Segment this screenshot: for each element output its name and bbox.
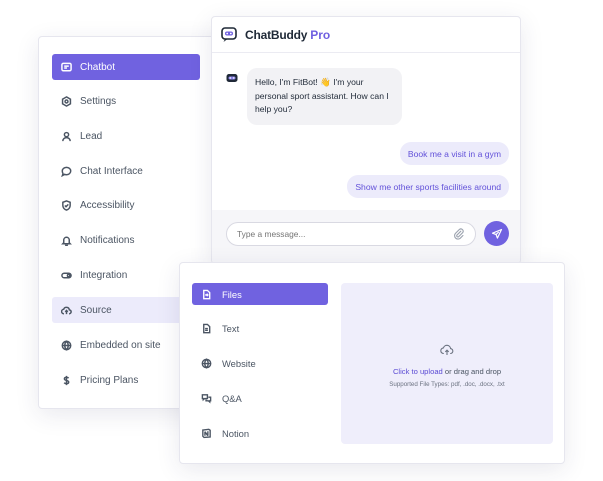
paperclip-icon[interactable] <box>452 227 465 240</box>
chat-widget-preview: ChatBuddy Pro Hello, I'm FitBot! 👋 I'm y… <box>211 16 521 264</box>
bell-icon <box>61 236 72 246</box>
source-tab-text[interactable]: Text <box>192 317 328 339</box>
upload-instruction: Click to upload or drag and drop <box>341 367 553 376</box>
brand-name: ChatBuddy <box>245 27 308 42</box>
file-text-icon <box>203 323 211 333</box>
dollar-icon <box>63 375 70 385</box>
sidebar-item-label: Notifications <box>80 234 135 246</box>
globe-icon <box>201 357 212 369</box>
sidebar-item-source[interactable]: Source <box>52 297 200 323</box>
toggle-icon <box>61 271 72 279</box>
sidebar-item-label: Chat Interface <box>80 165 143 177</box>
shield-icon <box>62 199 71 211</box>
gear-icon <box>61 95 72 107</box>
sidebar-item-accessibility[interactable]: Accessibility <box>52 192 200 218</box>
message-input[interactable] <box>226 222 476 246</box>
chat-messages: Hello, I'm FitBot! 👋 I'm your personal s… <box>212 54 520 263</box>
click-to-upload-link[interactable]: Click to upload <box>393 367 443 376</box>
suggestion-book-gym[interactable]: Book me a visit in a gym <box>399 142 509 165</box>
chat-square-icon <box>61 62 72 71</box>
brand-suffix: Pro <box>310 27 331 42</box>
source-tab-website[interactable]: Website <box>192 352 328 374</box>
sidebar-item-label: Accessibility <box>80 199 135 211</box>
upload-icon <box>440 344 454 355</box>
robot-logo-icon <box>221 26 237 42</box>
sidebar-item-label: Pricing Plans <box>80 374 139 386</box>
source-tab-notion[interactable]: Notion <box>192 422 328 444</box>
cloud-upload-icon <box>61 306 72 314</box>
globe-icon <box>61 339 72 351</box>
sidebar-item-label: Settings <box>80 95 117 107</box>
source-tab-label: Website <box>222 357 256 369</box>
drag-drop-text: or drag and drop <box>444 367 502 376</box>
source-tab-label: Notion <box>222 427 250 439</box>
user-icon <box>62 131 71 141</box>
notion-icon <box>202 428 211 438</box>
sidebar-item-integration[interactable]: Integration <box>52 262 200 288</box>
sidebar-item-lead[interactable]: Lead <box>52 123 200 149</box>
sidebar-item-label: Chatbot <box>80 61 116 73</box>
source-panel: Files Text Website Q&A Notion Click to u… <box>179 262 565 464</box>
chat-input-area <box>212 210 520 263</box>
source-tab-label: Files <box>222 288 242 300</box>
file-import-icon <box>203 289 211 299</box>
sidebar-item-label: Lead <box>80 130 103 142</box>
send-icon <box>491 228 502 239</box>
sidebar-item-notifications[interactable]: Notifications <box>52 227 200 253</box>
qa-bubbles-icon <box>201 393 212 403</box>
sidebar-item-label: Integration <box>80 269 128 281</box>
sidebar-item-label: Embedded on site <box>80 339 161 351</box>
sidebar-item-embedded[interactable]: Embedded on site <box>52 332 200 358</box>
source-tab-qa[interactable]: Q&A <box>192 387 328 409</box>
sidebar-item-chat-interface[interactable]: Chat Interface <box>52 158 200 184</box>
bot-message: Hello, I'm FitBot! 👋 I'm your personal s… <box>247 68 402 125</box>
sidebar-item-label: Source <box>80 304 112 316</box>
sidebar-item-pricing[interactable]: Pricing Plans <box>52 367 200 393</box>
chat-header: ChatBuddy Pro <box>212 17 520 53</box>
file-upload-dropzone[interactable]: Click to upload or drag and drop Support… <box>341 283 553 444</box>
bot-avatar-icon <box>226 74 238 82</box>
supported-file-types: Supported File Types: pdf, .doc, .docx, … <box>389 381 505 388</box>
send-button[interactable] <box>484 221 509 246</box>
source-tab-files[interactable]: Files <box>192 283 328 305</box>
sidebar-item-settings[interactable]: Settings <box>52 88 200 114</box>
source-tab-label: Text <box>222 322 240 334</box>
sidebar-item-chatbot[interactable]: Chatbot <box>52 54 200 80</box>
suggestion-other-facilities[interactable]: Show me other sports facilities around <box>347 175 509 198</box>
chat-bubble-icon <box>61 166 72 177</box>
source-tab-label: Q&A <box>222 392 242 404</box>
